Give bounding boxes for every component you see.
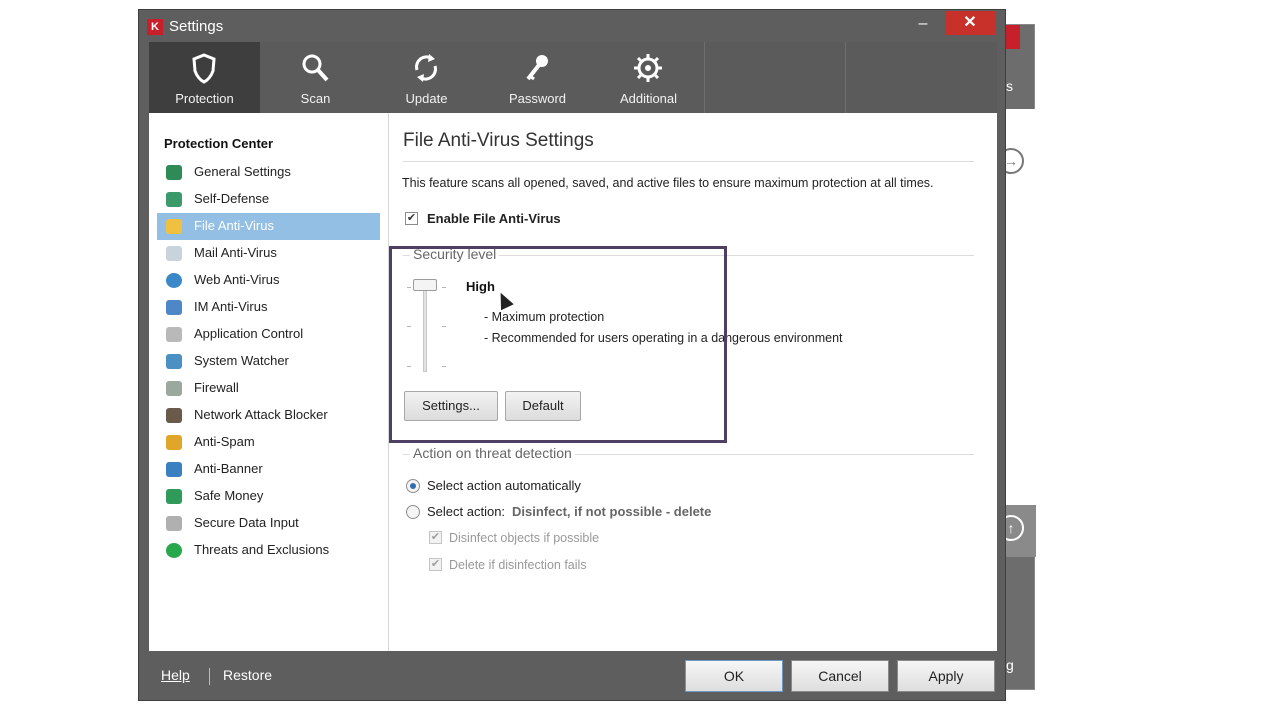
sidebar-item-safe-money[interactable]: Safe Money xyxy=(157,483,380,510)
sidebar-item-web-anti-virus[interactable]: Web Anti-Virus xyxy=(157,267,380,294)
sidebar-item-label: File Anti-Virus xyxy=(194,218,274,233)
sidebar-heading: Protection Center xyxy=(164,136,274,151)
tab-label: Protection xyxy=(175,91,234,106)
page-title: File Anti-Virus Settings xyxy=(403,130,594,151)
help-link[interactable]: Help xyxy=(161,667,190,683)
check-circle-icon xyxy=(166,543,182,558)
network-icon xyxy=(166,408,182,423)
sidebar-item-label: Secure Data Input xyxy=(194,515,299,530)
annotation-highlight-box xyxy=(389,246,727,443)
banner-icon xyxy=(166,462,182,477)
sidebar-item-label: Web Anti-Virus xyxy=(194,272,280,287)
chat-icon xyxy=(166,300,182,315)
delete-if-fails-checkbox[interactable]: ✔ xyxy=(429,558,442,571)
select-action-value: Disinfect, if not possible - delete xyxy=(512,504,712,519)
sidebar-item-label: Threats and Exclusions xyxy=(194,542,330,557)
tab-scan[interactable]: Scan xyxy=(260,42,371,113)
toolbar-divider xyxy=(704,42,705,113)
title-divider xyxy=(403,161,974,162)
sidebar-item-general-settings[interactable]: General Settings xyxy=(157,159,380,186)
sidebar-item-file-anti-virus[interactable]: File Anti-Virus xyxy=(157,213,380,240)
sidebar-item-label: Firewall xyxy=(194,380,239,395)
sidebar-item-system-watcher[interactable]: System Watcher xyxy=(157,348,380,375)
tab-label: Password xyxy=(508,91,567,106)
sidebar-item-label: Mail Anti-Virus xyxy=(194,245,277,260)
delete-if-fails-label: Delete if disinfection fails xyxy=(449,558,587,572)
background-window-text: s xyxy=(1006,78,1013,94)
sidebar-item-secure-data-input[interactable]: Secure Data Input xyxy=(157,510,380,537)
tab-additional[interactable]: Additional xyxy=(593,42,704,113)
key-icon xyxy=(526,55,548,81)
sidebar-item-application-control[interactable]: Application Control xyxy=(157,321,380,348)
select-action-radio[interactable] xyxy=(406,505,420,519)
sidebar-item-label: System Watcher xyxy=(194,353,289,368)
sidebar-item-im-anti-virus[interactable]: IM Anti-Virus xyxy=(157,294,380,321)
app-logo-icon: K xyxy=(147,19,163,35)
action-on-threat-label: Action on threat detection xyxy=(410,445,575,461)
window-title: Settings xyxy=(169,18,224,35)
sidebar-item-label: General Settings xyxy=(194,164,291,179)
sidebar-item-label: Application Control xyxy=(194,326,304,341)
sidebar-item-anti-banner[interactable]: Anti-Banner xyxy=(157,456,380,483)
shield-icon xyxy=(192,53,216,84)
toolbar-divider xyxy=(845,42,846,113)
tab-label: Update xyxy=(405,91,448,106)
sidebar-item-label: IM Anti-Virus xyxy=(194,299,268,314)
keyboard-icon xyxy=(166,516,182,531)
shield-k-icon xyxy=(166,192,182,207)
select-action-automatically-radio[interactable] xyxy=(406,479,420,493)
sidebar-item-label: Safe Money xyxy=(194,488,264,503)
envelope-icon xyxy=(166,246,182,261)
sidebar-item-label: Anti-Banner xyxy=(194,461,263,476)
shield-green-icon xyxy=(166,165,182,180)
disinfect-objects-label: Disinfect objects if possible xyxy=(449,531,600,545)
settings-window: K Settings – ✕ Protection Scan Update Pa… xyxy=(138,9,1006,701)
restore-link[interactable]: Restore xyxy=(223,667,272,683)
feature-description: This feature scans all opened, saved, an… xyxy=(402,176,934,190)
select-action-automatically-label[interactable]: Select action automatically xyxy=(427,478,581,493)
enable-file-anti-virus-label[interactable]: Enable File Anti-Virus xyxy=(427,211,561,226)
sidebar-item-mail-anti-virus[interactable]: Mail Anti-Virus xyxy=(157,240,380,267)
sidebar-nav: General Settings Self-Defense File Anti-… xyxy=(157,159,380,564)
money-icon xyxy=(166,489,182,504)
title-bar: K Settings – ✕ xyxy=(139,10,1005,42)
monitor-icon xyxy=(166,354,182,369)
select-action-label[interactable]: Select action: xyxy=(427,504,505,519)
settings-pane: File Anti-Virus Settings This feature sc… xyxy=(389,113,997,651)
gear-icon xyxy=(634,54,662,82)
sidebar-item-label: Self-Defense xyxy=(194,191,270,206)
spam-icon xyxy=(166,435,182,450)
footer-divider xyxy=(209,668,210,685)
close-button[interactable]: ✕ xyxy=(945,11,995,35)
sidebar-item-label: Network Attack Blocker xyxy=(194,407,328,422)
tab-label: Scan xyxy=(300,91,331,106)
disinfect-objects-checkbox[interactable]: ✔ xyxy=(429,531,442,544)
ok-button[interactable]: OK xyxy=(685,660,783,692)
minimize-button[interactable]: – xyxy=(911,16,935,36)
sidebar: Protection Center General Settings Self-… xyxy=(149,113,389,651)
enable-file-anti-virus-checkbox[interactable]: ✔ xyxy=(405,212,418,225)
sidebar-item-network-attack-blocker[interactable]: Network Attack Blocker xyxy=(157,402,380,429)
cancel-button[interactable]: Cancel xyxy=(791,660,889,692)
sidebar-item-threats-and-exclusions[interactable]: Threats and Exclusions xyxy=(157,537,380,564)
refresh-icon xyxy=(415,54,437,82)
globe-icon xyxy=(166,273,182,288)
toolbar: Protection Scan Update Password Addition… xyxy=(149,42,997,113)
search-icon xyxy=(302,54,329,82)
footer: Help Restore OK Cancel Apply xyxy=(139,651,1005,700)
content-area: Protection Center General Settings Self-… xyxy=(149,113,997,651)
sidebar-item-self-defense[interactable]: Self-Defense xyxy=(157,186,380,213)
hourglass-icon xyxy=(166,381,182,396)
tab-update[interactable]: Update xyxy=(371,42,482,113)
background-window-text: g xyxy=(1006,657,1014,673)
tab-protection[interactable]: Protection xyxy=(149,42,260,113)
filter-icon xyxy=(166,327,182,342)
sidebar-item-firewall[interactable]: Firewall xyxy=(157,375,380,402)
sidebar-item-label: Anti-Spam xyxy=(194,434,255,449)
sidebar-item-anti-spam[interactable]: Anti-Spam xyxy=(157,429,380,456)
folder-icon xyxy=(166,219,182,234)
tab-label: Additional xyxy=(619,91,678,106)
apply-button[interactable]: Apply xyxy=(897,660,995,692)
tab-password[interactable]: Password xyxy=(482,42,593,113)
